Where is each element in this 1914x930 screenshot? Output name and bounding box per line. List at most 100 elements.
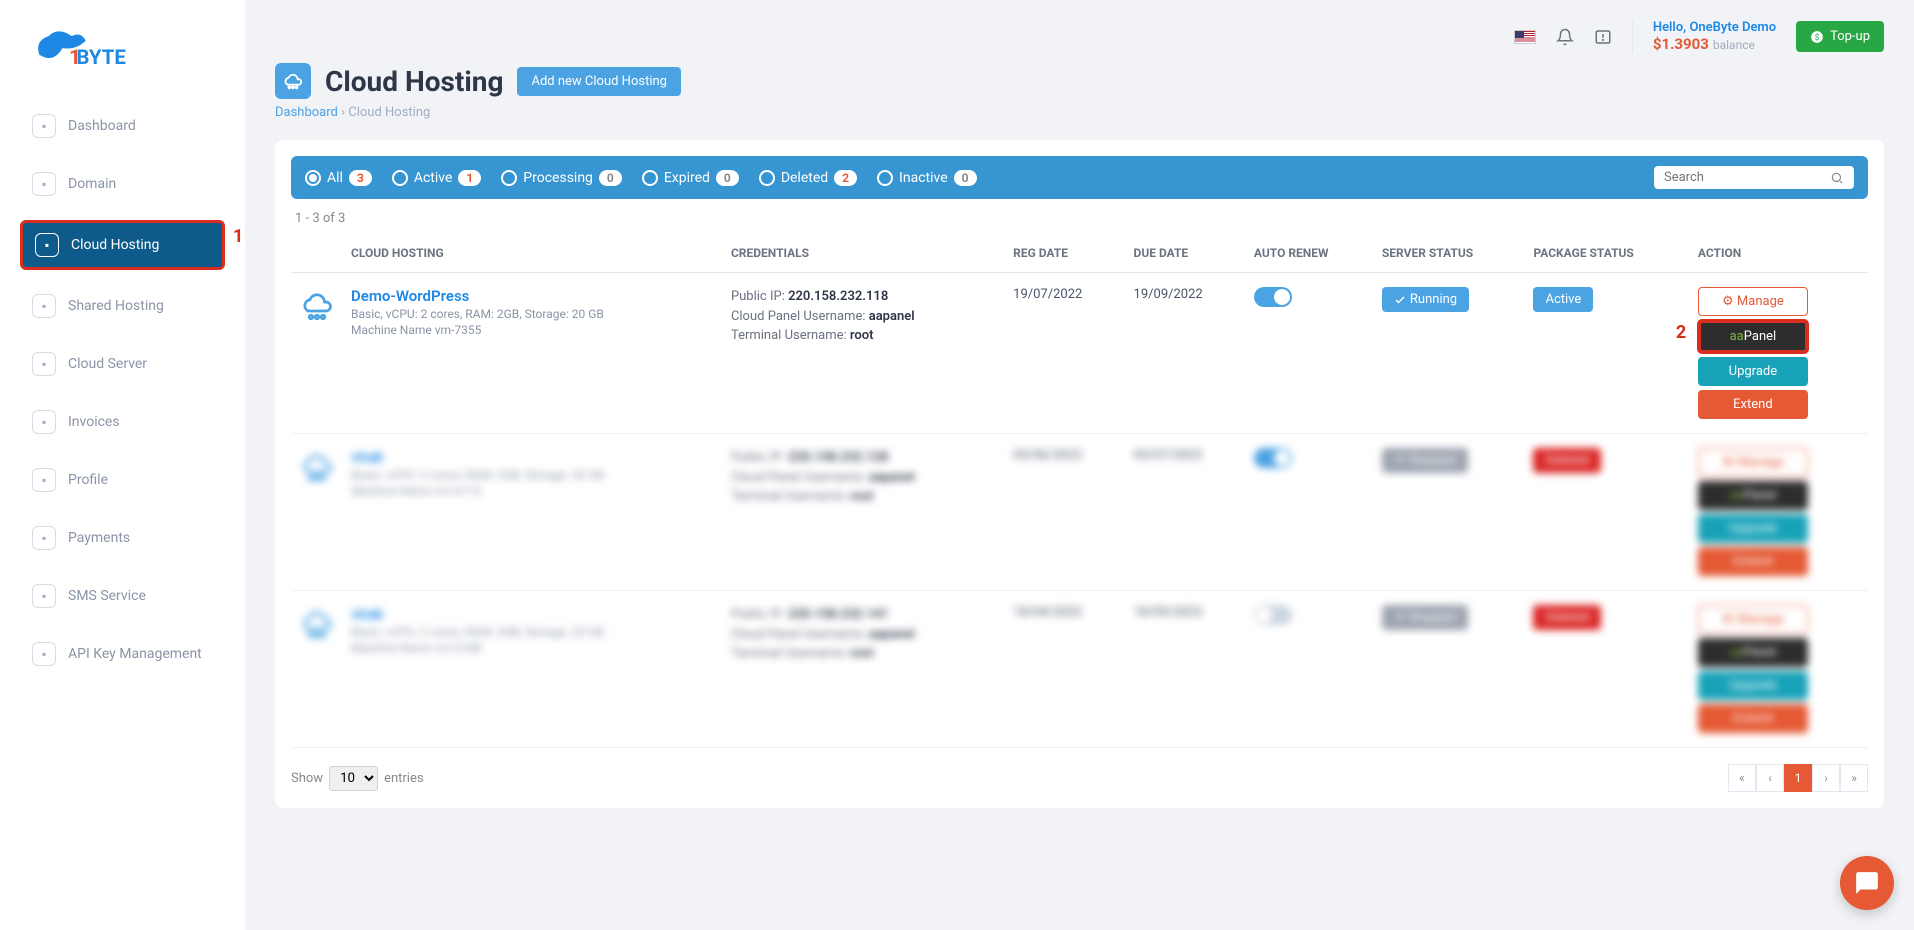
search-box[interactable] — [1654, 166, 1854, 189]
page-last[interactable]: » — [1840, 764, 1868, 792]
sidebar-item-label: Cloud Server — [68, 356, 147, 372]
flag-icon[interactable] — [1514, 30, 1536, 44]
credentials: Public IP: 220.158.232.118Cloud Panel Us… — [723, 273, 1005, 434]
breadcrumb-root[interactable]: Dashboard — [275, 105, 338, 120]
th-due-date: DUE DATE — [1126, 234, 1246, 273]
sidebar-item-shared-hosting[interactable]: ▪Shared Hosting — [20, 284, 225, 328]
page-1[interactable]: 1 — [1784, 764, 1812, 792]
entries-label: entries — [384, 771, 424, 786]
search-input[interactable] — [1664, 170, 1830, 185]
radio-icon — [305, 170, 321, 186]
filter-count: 2 — [834, 170, 857, 186]
breadcrumb-current: Cloud Hosting — [348, 105, 430, 120]
sidebar-item-sms-service[interactable]: ▪ SMS Service — [20, 574, 225, 618]
manage-button[interactable]: ⚙ Manage — [1698, 287, 1808, 316]
sidebar-item-dashboard[interactable]: ▪Dashboard — [20, 104, 225, 148]
chat-fab[interactable] — [1840, 856, 1894, 910]
manage-button[interactable]: ⚙ Manage — [1698, 605, 1808, 634]
hosting-table: CLOUD HOSTINGCREDENTIALSREG DATEDUE DATE… — [291, 234, 1868, 748]
results-count: 1 - 3 of 3 — [291, 211, 1868, 226]
filter-deleted[interactable]: Deleted2 — [759, 170, 857, 186]
hosting-name[interactable]: virak — [351, 448, 715, 466]
table-footer: Show 10 entries « ‹ 1 › » — [291, 764, 1868, 792]
th-credentials: CREDENTIALS — [723, 234, 1005, 273]
filter-all[interactable]: All3 — [305, 170, 372, 186]
sidebar-item-cloud-server[interactable]: ▪Cloud Server — [20, 342, 225, 386]
sidebar-item-payments[interactable]: ▪Payments — [20, 516, 225, 560]
bell-icon[interactable] — [1556, 28, 1574, 46]
upgrade-button[interactable]: Upgrade — [1698, 357, 1808, 386]
cloud-hosting-icon — [275, 63, 311, 99]
nav-icon: ▪ — [32, 468, 56, 492]
hosting-spec: Basic, vCPU: 2 cores, RAM: 2GB, Storage:… — [351, 625, 715, 639]
filter-count: 0 — [716, 170, 739, 186]
th-package-status: PACKAGE STATUS — [1525, 234, 1689, 273]
hosting-name[interactable]: Demo-WordPress — [351, 287, 715, 305]
pagination: « ‹ 1 › » — [1728, 764, 1868, 792]
balance-amount: $1.3903 — [1653, 35, 1709, 53]
sidebar-item-cloud-hosting[interactable]: ▪ Cloud Hosting — [20, 220, 225, 270]
table-row: virak Basic, vCPU: 2 cores, RAM: 2GB, Sto… — [291, 591, 1868, 748]
filter-inactive[interactable]: Inactive0 — [877, 170, 976, 186]
package-status: Deleted — [1533, 605, 1601, 630]
hosting-machine: Machine Name vm-6172 — [351, 484, 715, 498]
filter-count: 3 — [349, 170, 372, 186]
hosting-name[interactable]: virak — [351, 605, 715, 623]
aapanel-button[interactable]: aaPanel — [1698, 481, 1808, 510]
upgrade-button[interactable]: Upgrade — [1698, 671, 1808, 700]
svg-text:1: 1 — [69, 45, 81, 69]
hosting-spec: Basic, vCPU: 2 cores, RAM: 2GB, Storage:… — [351, 307, 715, 321]
sidebar-item-api-key-management[interactable]: ▪API Key Management — [20, 632, 225, 676]
sidebar-item-label: SMS Service — [68, 588, 146, 604]
sidebar-item-invoices[interactable]: ▪Invoices — [20, 400, 225, 444]
topup-button[interactable]: $Top-up — [1796, 21, 1884, 52]
aapanel-button[interactable]: aaPanel — [1698, 320, 1808, 353]
sidebar-item-profile[interactable]: ▪Profile — [20, 458, 225, 502]
filter-active[interactable]: Active1 — [392, 170, 481, 186]
sidebar-item-domain[interactable]: ▪Domain — [20, 162, 225, 206]
hosting-machine: Machine Name vm-5188 — [351, 641, 715, 655]
nav-icon: ▪ — [32, 526, 56, 550]
th-reg-date: REG DATE — [1005, 234, 1125, 273]
page-next[interactable]: › — [1812, 764, 1840, 792]
credentials: Public IP: 220.158.232.128Cloud Panel Us… — [723, 434, 1005, 591]
reg-date: 19/07/2022 — [1005, 273, 1125, 434]
page-first[interactable]: « — [1728, 764, 1756, 792]
svg-text:$: $ — [1815, 31, 1820, 41]
auto-renew-toggle[interactable] — [1254, 287, 1292, 307]
sidebar-item-label: Cloud Hosting — [71, 237, 159, 253]
auto-renew-toggle[interactable] — [1254, 605, 1292, 625]
filter-processing[interactable]: Processing0 — [501, 170, 622, 186]
filter-count: 0 — [954, 170, 977, 186]
nav-icon: ▪ — [35, 233, 59, 257]
svg-text:BYTE: BYTE — [76, 45, 126, 69]
extend-button[interactable]: Extend — [1698, 390, 1808, 419]
content-panel: All3Active1Processing0Expired0Deleted2In… — [275, 140, 1884, 808]
user-greeting: Hello, OneByte Demo $1.3903balance — [1632, 20, 1776, 53]
table-row: virakBasic, vCPU: 2 cores, RAM: 2GB, Sto… — [291, 434, 1868, 591]
upgrade-button[interactable]: Upgrade — [1698, 514, 1808, 543]
annotation-1: 1 — [233, 226, 243, 247]
add-cloud-hosting-button[interactable]: Add new Cloud Hosting — [517, 67, 680, 96]
auto-renew-toggle[interactable] — [1254, 448, 1292, 468]
announcement-icon[interactable] — [1594, 28, 1612, 46]
package-status: Deleted — [1533, 448, 1601, 473]
search-icon — [1830, 171, 1844, 185]
radio-icon — [501, 170, 517, 186]
show-label: Show — [291, 771, 323, 786]
page-prev[interactable]: ‹ — [1756, 764, 1784, 792]
filter-count: 0 — [599, 170, 622, 186]
due-date: 18/05/2022 — [1126, 591, 1246, 748]
nav-icon: ▪ — [32, 172, 56, 196]
extend-button[interactable]: Extend — [1698, 547, 1808, 576]
package-status: Active — [1533, 287, 1593, 312]
entries-select[interactable]: 10 — [329, 766, 378, 791]
logo[interactable]: BYTE1 — [0, 10, 245, 104]
filter-expired[interactable]: Expired0 — [642, 170, 739, 186]
manage-button[interactable]: ⚙ Manage — [1698, 448, 1808, 477]
aapanel-button[interactable]: aaPanel — [1698, 638, 1808, 667]
nav-icon: ▪ — [32, 584, 56, 608]
extend-button[interactable]: Extend — [1698, 704, 1808, 733]
cloud-icon — [299, 605, 335, 641]
server-status: ✕ Stopped — [1382, 448, 1468, 473]
